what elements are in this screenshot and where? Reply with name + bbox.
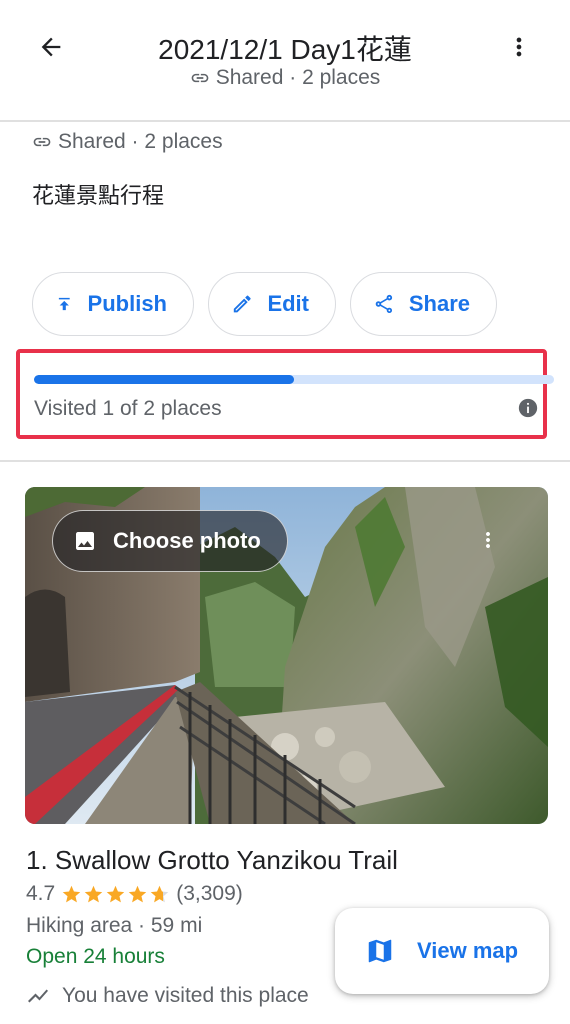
place-title[interactable]: 1. Swallow Grotto Yanzikou Trail <box>26 845 398 876</box>
back-button[interactable] <box>30 26 72 68</box>
image-icon <box>76 532 94 550</box>
more-vert-icon <box>486 532 490 548</box>
review-count: (3,309) <box>176 882 243 905</box>
visited-note: You have visited this place <box>26 984 309 1008</box>
share-label: Share <box>408 291 470 316</box>
share-button[interactable]: Share <box>350 272 497 336</box>
edit-button[interactable]: Edit <box>208 272 336 336</box>
app-header: 2021/12/1 Day1花蓮 Shared · 2 places <box>0 0 570 122</box>
publish-label: Publish <box>87 291 167 316</box>
publish-icon <box>58 297 70 311</box>
view-map-label: View map <box>417 938 519 963</box>
visited-progress-fill <box>34 375 294 384</box>
star-icon <box>62 885 81 902</box>
share-icon <box>375 294 393 314</box>
link-icon <box>33 137 51 147</box>
trending-icon <box>28 989 48 1003</box>
edit-icon <box>233 295 251 313</box>
list-description: 花蓮景點行程 <box>32 183 165 208</box>
edit-label: Edit <box>267 291 309 316</box>
visited-progress-section: Visited 1 of 2 places <box>16 349 554 439</box>
section-divider <box>0 460 570 462</box>
info-icon[interactable] <box>517 397 539 419</box>
header-subtitle-text: Shared · 2 places <box>215 66 381 89</box>
list-meta: Shared · 2 places <box>32 130 223 154</box>
action-chips: Publish Edit Share <box>32 272 497 336</box>
star-icon <box>84 885 103 902</box>
star-icon <box>128 885 147 902</box>
open-status: Open 24 hours <box>26 945 165 968</box>
list-meta-text: Shared · 2 places <box>58 130 223 153</box>
rating-row: 4.7 (3,309) <box>26 882 243 906</box>
star-icon <box>106 885 125 902</box>
view-map-button[interactable]: View map <box>335 908 549 994</box>
page-title: 2021/12/1 Day1花蓮 <box>158 34 412 65</box>
visited-note-text: You have visited this place <box>62 984 309 1007</box>
photo-more-button[interactable] <box>476 523 500 557</box>
place-type-distance: Hiking area · 59 mi <box>26 914 203 937</box>
star-icon <box>150 885 169 902</box>
place-photo[interactable]: Choose photo <box>25 487 548 824</box>
more-vert-icon <box>516 37 522 57</box>
choose-photo-label: Choose photo <box>113 528 261 553</box>
publish-button[interactable]: Publish <box>32 272 194 336</box>
link-icon <box>191 73 209 83</box>
rating-stars <box>61 884 170 905</box>
choose-photo-button[interactable]: Choose photo <box>52 510 288 572</box>
header-subtitle: Shared · 2 places <box>90 66 480 90</box>
rating-value: 4.7 <box>26 882 56 905</box>
map-icon <box>368 939 392 963</box>
visited-progress-bar <box>34 375 554 384</box>
visited-progress-label: Visited 1 of 2 places <box>34 397 222 420</box>
arrow-back-icon <box>41 37 61 57</box>
more-options-button[interactable] <box>498 26 540 68</box>
